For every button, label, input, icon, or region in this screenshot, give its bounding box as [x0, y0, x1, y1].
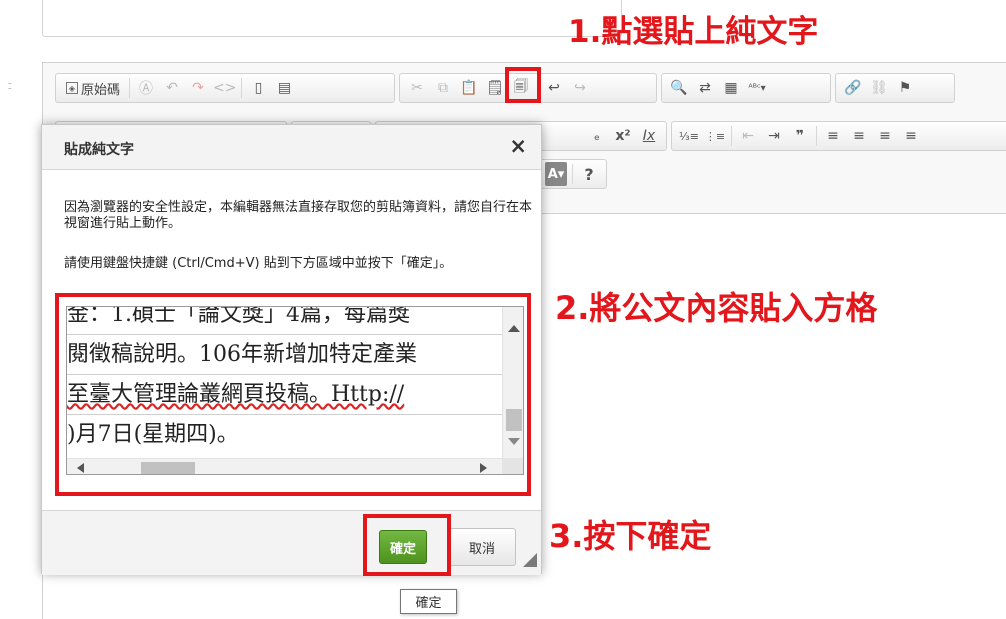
remove-format-icon[interactable]: Ix [638, 124, 660, 148]
link-icon[interactable]: 🔗 [842, 76, 864, 100]
annotation-step1: 1.點選貼上純文字 [568, 14, 819, 50]
blockquote-icon[interactable]: ❞ [789, 124, 811, 148]
align-center-icon[interactable]: ≡ [848, 124, 870, 148]
annotation-step3: 3.按下確定 [549, 517, 712, 555]
toolbar-group-editing: 🔍 ⇄ ▦ ᴬᴮᶜ▾ [661, 73, 831, 103]
toolbar-separator [572, 164, 573, 184]
dialog-instruction: 請使用鍵盤快捷鍵 (Ctrl/Cmd+V) 貼到下方區域中並按下「確定」。 [64, 256, 453, 271]
code-icon[interactable]: <> [213, 76, 236, 100]
redo-remove-icon[interactable]: ↷ [187, 76, 209, 100]
toolbar-group-document: ◈ 原始碼 Ⓐ ↶ ↷ <> ▯ ▤ [55, 73, 395, 103]
toolbar-separator [816, 126, 817, 146]
replace-icon[interactable]: ⇄ [694, 76, 716, 100]
undo-remove-icon[interactable]: ↶ [161, 76, 183, 100]
numbered-list-icon[interactable]: ⅓≡ [678, 124, 700, 148]
subscript-icon[interactable]: ₑ [586, 124, 608, 148]
dialog-title: 貼成純文字 [64, 142, 134, 158]
unlink-icon[interactable]: ⛓ [868, 76, 890, 100]
dialog-description: 因為瀏覽器的安全性設定，本編輯器無法直接存取您的剪貼簿資料，請您自行在本視窗進行… [64, 200, 533, 231]
source-button[interactable]: ◈ 原始碼 [62, 76, 124, 100]
dialog-header: 貼成純文字 × [42, 125, 541, 170]
justify-icon[interactable]: ≡ [900, 124, 922, 148]
source-icon: ◈ [66, 82, 78, 94]
margin-marker: ｰｰ [8, 80, 12, 93]
highlight-paste-area [55, 293, 531, 496]
bg-color-icon[interactable]: A▾ [545, 162, 567, 186]
close-icon[interactable]: × [509, 134, 527, 158]
resize-grip-icon[interactable] [523, 553, 537, 567]
superscript-icon[interactable]: x² [612, 124, 634, 148]
new-page-icon[interactable]: ▯ [247, 76, 269, 100]
paste-as-text-icon[interactable]: 🗒 [484, 76, 506, 100]
cancel-button[interactable]: 取消 [448, 528, 516, 566]
highlight-ok-button [363, 514, 451, 576]
find-icon[interactable]: 🔍 [668, 76, 690, 100]
bullet-list-icon[interactable]: ⋮≡ [704, 124, 726, 148]
redo-icon[interactable]: ↪ [569, 76, 591, 100]
source-button-label: 原始碼 [81, 82, 121, 98]
toolbar-separator [129, 78, 131, 98]
toolbar-group-links: 🔗 ⛓ ⚑ [835, 73, 955, 103]
align-left-icon[interactable]: ≡ [822, 124, 844, 148]
ok-tooltip: 確定 [400, 589, 457, 614]
paste-icon[interactable]: 📋 [458, 76, 480, 100]
select-all-icon[interactable]: ▦ [720, 76, 742, 100]
align-right-icon[interactable]: ≡ [874, 124, 896, 148]
anchor-icon[interactable]: ⚑ [894, 76, 916, 100]
templates-icon[interactable]: ▤ [273, 76, 295, 100]
show-blocks-icon[interactable]: Ⓐ [135, 76, 157, 100]
toolbar-separator [241, 78, 243, 98]
indent-icon[interactable]: ⇥ [763, 124, 785, 148]
undo-icon[interactable]: ↩ [543, 76, 565, 100]
outdent-icon[interactable]: ⇤ [737, 124, 759, 148]
toolbar-separator [731, 126, 732, 146]
spellcheck-icon[interactable]: ᴬᴮᶜ▾ [746, 76, 768, 100]
title-input[interactable] [42, 0, 622, 37]
cut-icon[interactable]: ✂ [406, 76, 428, 100]
toolbar-group-paragraph: ⅓≡ ⋮≡ ⇤ ⇥ ❞ ≡ ≡ ≡ ≡ [671, 121, 1006, 151]
screen: ｰｰ 1.點選貼上純文字 ◈ 原始碼 Ⓐ ↶ ↷ <> ▯ ▤ ✂ ⧉ 📋 🗒 … [0, 0, 1006, 619]
copy-icon[interactable]: ⧉ [432, 76, 454, 100]
annotation-step2: 2.將公文內容貼入方格 [555, 289, 878, 327]
help-icon[interactable]: ? [578, 162, 600, 186]
highlight-paste-as-text [505, 67, 541, 103]
